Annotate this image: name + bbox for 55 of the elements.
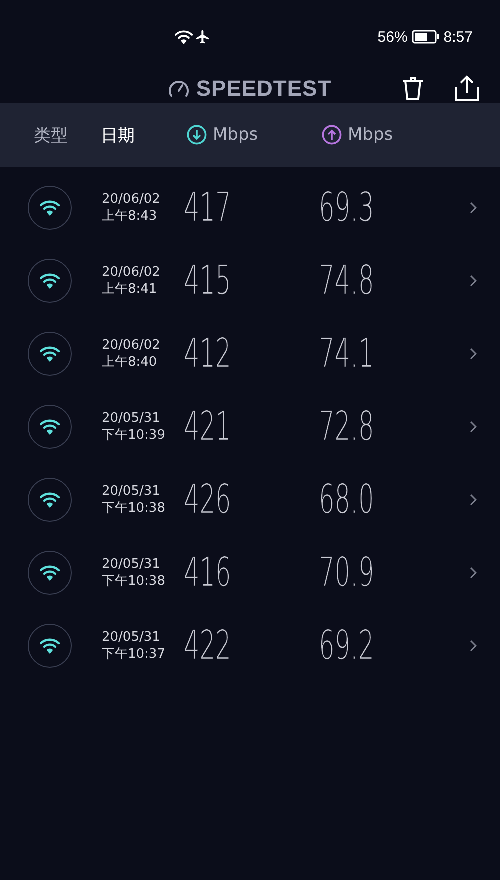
chevron-icon[interactable] <box>468 346 478 360</box>
column-header[interactable]: 日期 <box>101 124 187 146</box>
gauge-icon <box>168 78 190 98</box>
column-header[interactable]: 类型 <box>34 124 101 146</box>
download-speed: 426 <box>184 476 232 522</box>
download-speed: 412 <box>184 330 232 376</box>
download-speed: 421 <box>184 404 232 450</box>
chevron-icon[interactable] <box>468 566 478 580</box>
chevron-icon[interactable] <box>468 274 478 288</box>
battery-icon <box>412 30 440 44</box>
download-speed: 422 <box>184 622 232 668</box>
share-icon[interactable] <box>454 74 480 102</box>
clock-time: 8:57 <box>444 28 473 46</box>
wifi-icon <box>40 346 60 362</box>
test-date: 20/06/02 <box>102 336 162 354</box>
test-time: 上午8:43 <box>102 208 158 224</box>
trash-icon[interactable] <box>400 74 426 102</box>
test-time: 下午10:37 <box>102 646 166 662</box>
test-time: 上午8:41 <box>102 280 158 298</box>
download-speed: 417 <box>184 184 232 230</box>
test-time: 上午8:40 <box>102 354 158 370</box>
test-date: 20/06/02 <box>102 264 162 280</box>
wifi-icon <box>40 564 60 580</box>
wifi-icon <box>40 418 60 434</box>
chevron-icon[interactable] <box>468 492 478 506</box>
chevron-icon[interactable] <box>468 200 478 214</box>
test-date: 20/05/31 <box>102 482 162 500</box>
column-header[interactable]: Mbps <box>322 125 462 145</box>
wifi-icon <box>175 30 193 44</box>
test-time: 下午10:38 <box>102 500 166 516</box>
test-date: 20/05/31 <box>102 410 162 426</box>
upload-speed: 70.9 <box>319 550 374 596</box>
test-time: 下午10:39 <box>102 426 166 444</box>
test-time: 下午10:38 <box>102 572 166 590</box>
download-speed: 416 <box>184 550 232 596</box>
wifi-icon <box>40 492 60 508</box>
upload-speed: 74.8 <box>319 258 374 304</box>
chevron-icon[interactable] <box>468 420 478 434</box>
airplane-icon <box>195 29 211 45</box>
upload-speed: 74.1 <box>319 330 374 376</box>
test-date: 20/05/31 <box>102 556 162 572</box>
download-speed: 415 <box>184 258 232 304</box>
chevron-icon[interactable] <box>468 638 478 652</box>
column-header[interactable]: Mbps <box>187 125 322 145</box>
test-date: 20/05/31 <box>102 628 162 646</box>
wifi-icon <box>40 638 60 654</box>
battery-percent: 56% <box>378 28 408 46</box>
wifi-icon <box>40 200 60 216</box>
app-title: SPEEDTEST <box>196 76 332 102</box>
test-date: 20/06/02 <box>102 190 162 208</box>
upload-speed: 68.0 <box>319 476 374 522</box>
upload-speed: 69.2 <box>319 622 374 668</box>
upload-speed: 72.8 <box>319 404 374 450</box>
wifi-icon <box>40 272 60 288</box>
upload-speed: 69.3 <box>319 184 374 230</box>
